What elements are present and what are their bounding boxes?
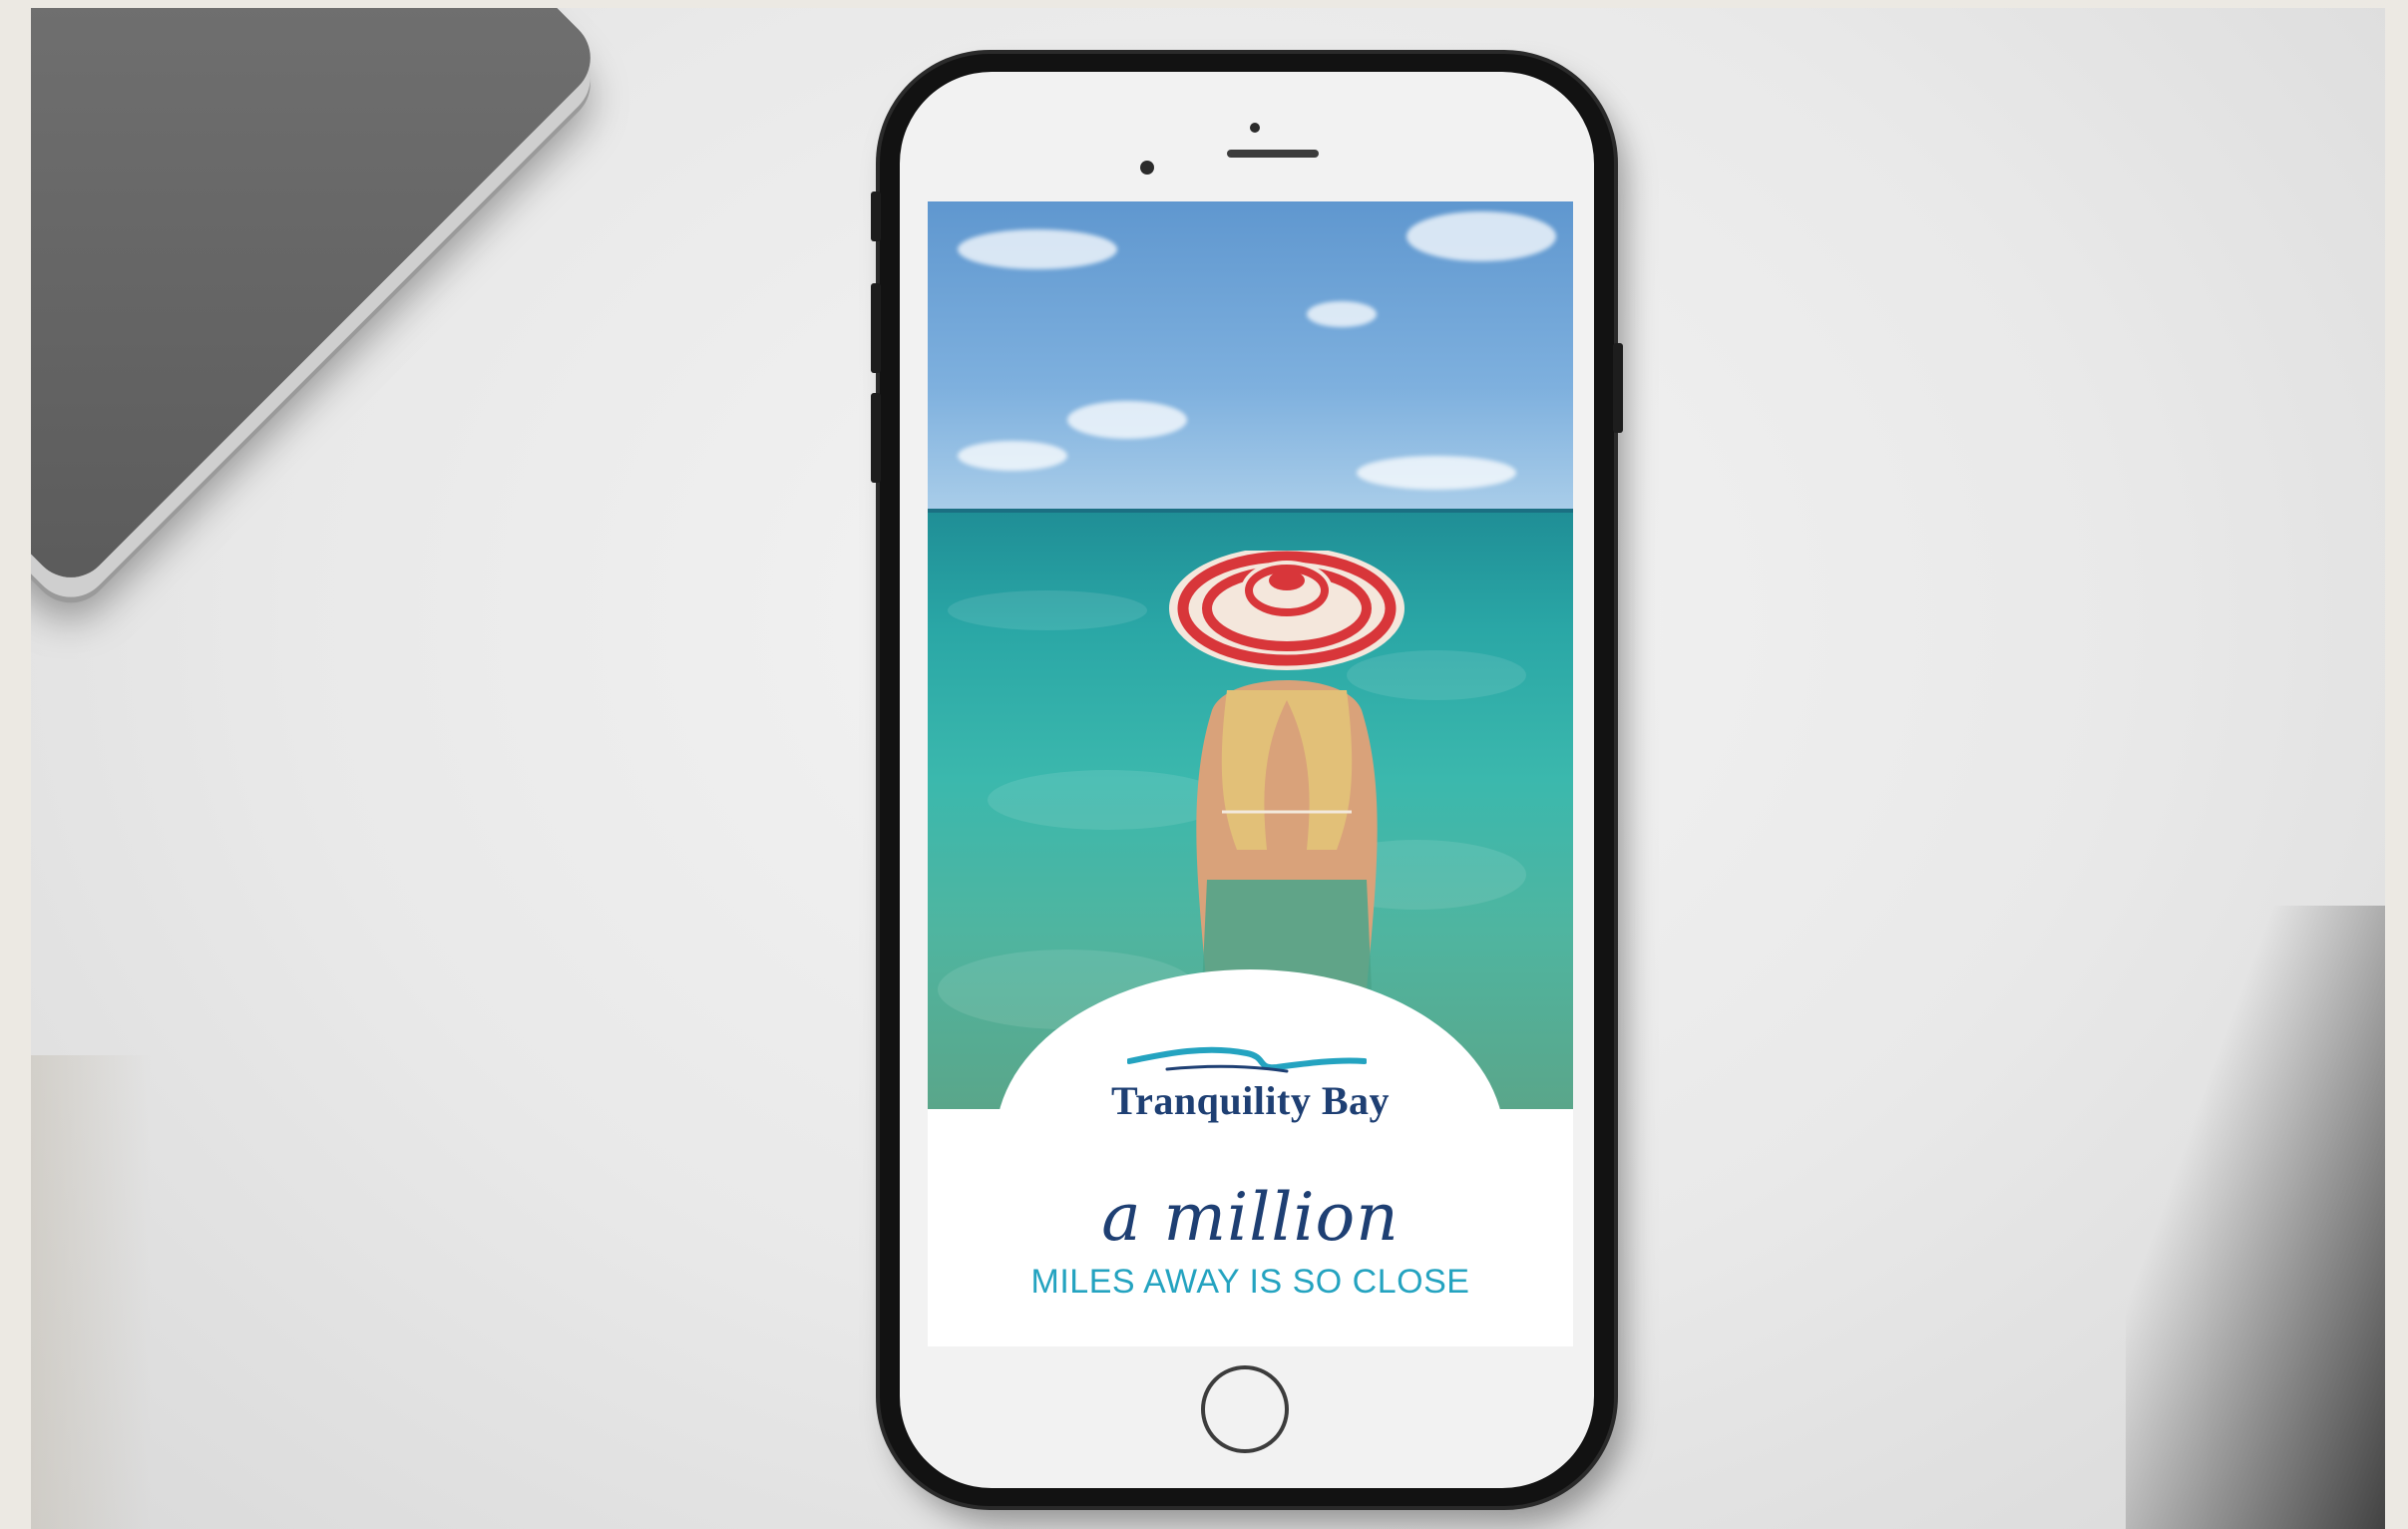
photo-scene: Tranquility Bay a million MILES AWAY IS …: [0, 0, 2408, 1529]
earpiece-speaker: [1227, 150, 1319, 158]
cloud: [958, 441, 1067, 471]
brand-name: Tranquility Bay: [1110, 1078, 1391, 1123]
tagline-main: a million: [1101, 1179, 1400, 1256]
front-camera-icon: [1140, 161, 1154, 175]
home-button-icon[interactable]: [1201, 1365, 1289, 1453]
side-button-volume-up: [871, 283, 881, 373]
notebook: [31, 8, 607, 594]
proximity-sensor-icon: [1250, 123, 1260, 133]
cloud: [1406, 211, 1556, 261]
desk-shadow: [2126, 906, 2385, 1529]
cloud: [1067, 401, 1187, 439]
woman-in-sun-hat: [1169, 551, 1405, 989]
side-button-volume-down: [871, 393, 881, 483]
cloud: [958, 229, 1117, 269]
side-button-silent: [871, 191, 881, 241]
water-reflection: [948, 590, 1147, 630]
cloud: [1307, 301, 1377, 327]
desk-edge: [31, 1055, 151, 1529]
side-button-power: [1613, 343, 1623, 433]
phone-screen: Tranquility Bay a million MILES AWAY IS …: [928, 201, 1573, 1346]
tagline-sub: MILES AWAY IS SO CLOSE: [1030, 1263, 1470, 1301]
cloud: [1357, 456, 1516, 490]
sky: [928, 201, 1573, 511]
horizon-line: [928, 509, 1573, 513]
wave-icon: [1127, 1046, 1367, 1073]
